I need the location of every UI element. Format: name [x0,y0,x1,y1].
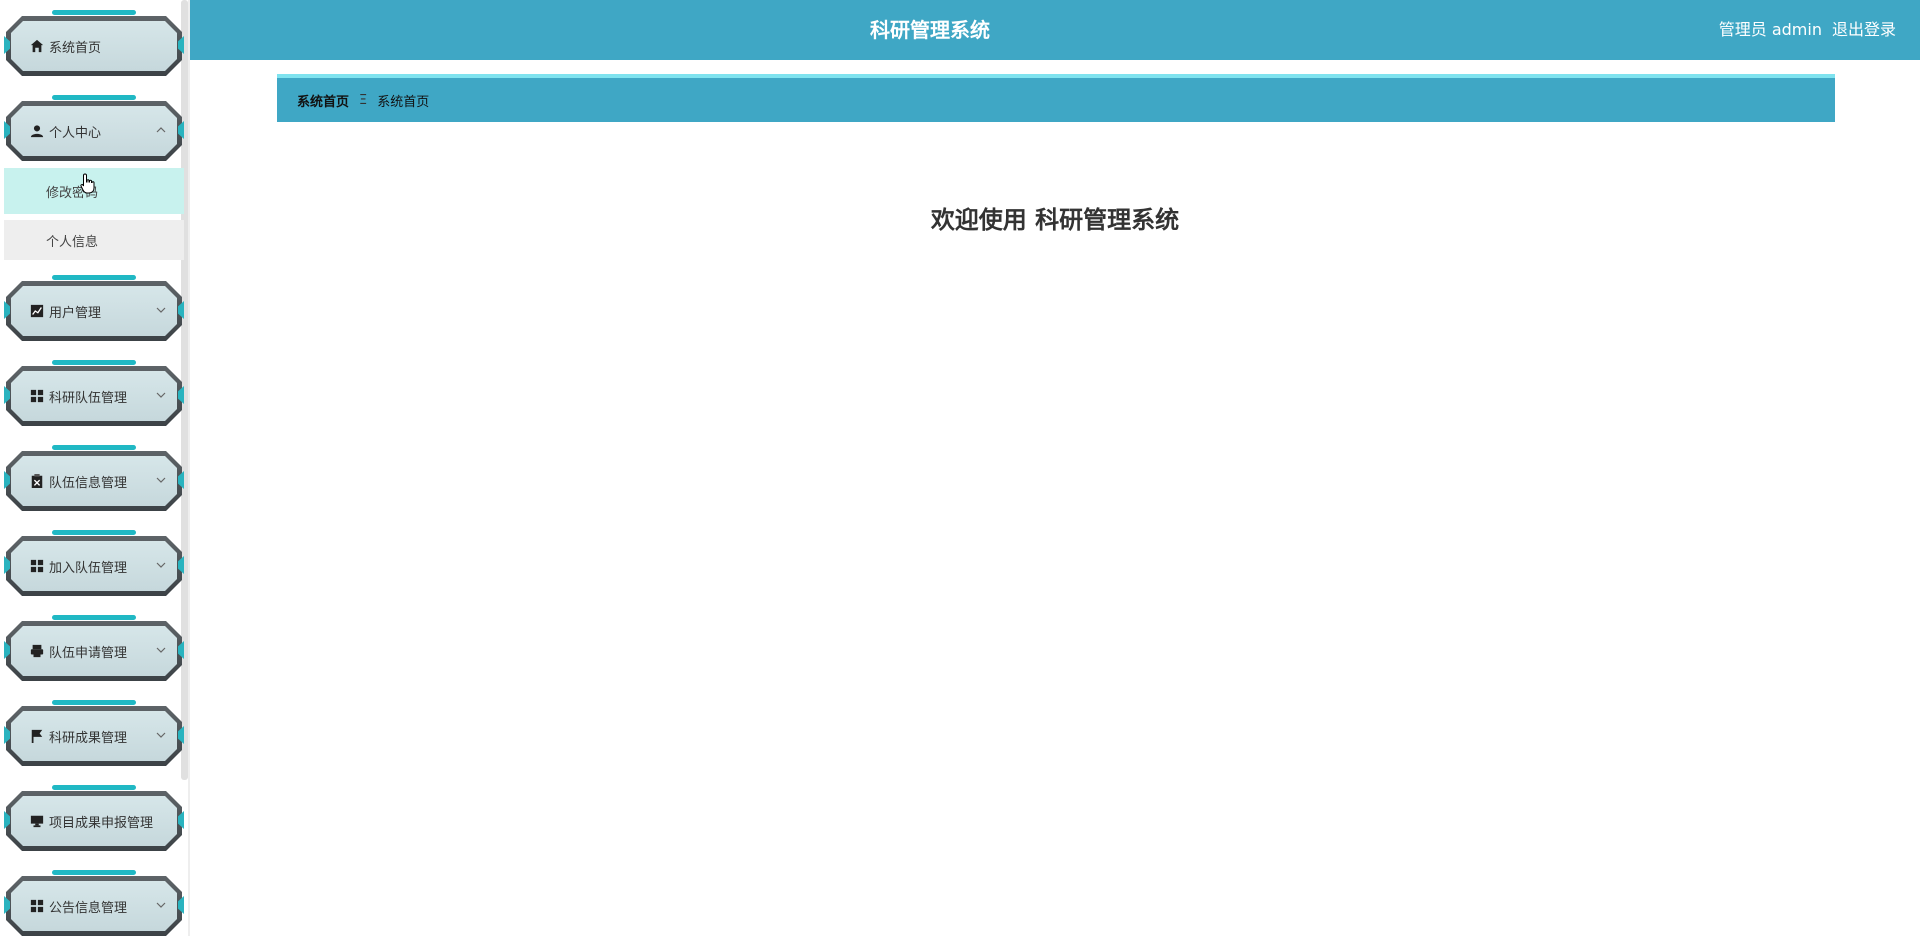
breadcrumb: 系统首页 Ξ 系统首页 [277,74,1835,122]
printer-icon [30,644,44,658]
breadcrumb-separator: Ξ [359,92,368,108]
breadcrumb-home[interactable]: 系统首页 [297,91,349,110]
top-header: 科研管理系统 管理员 admin 退出登录 [190,0,1920,60]
sidebar-item-label: 项目成果申报管理 [49,815,154,831]
monitor-icon [30,814,44,828]
sidebar-item-label: 用户管理 [49,305,102,321]
flag-icon [30,729,44,743]
sidebar-item-research-team[interactable]: 科研队伍管理 [4,360,184,430]
sidebar-item-team-info[interactable]: 队伍信息管理 [4,445,184,515]
chevron-down-icon [156,728,166,738]
grid-icon [30,389,44,403]
sidebar-item-label: 公告信息管理 [49,900,128,916]
chevron-up-icon [156,123,166,133]
chevron-down-icon [156,303,166,313]
sidebar-item-label: 加入队伍管理 [49,560,128,576]
sidebar: 系统首页 个人中心 修改密码 个人信息 用户管理 科研队伍管理 队伍信息管理 加… [0,0,190,936]
sidebar-border [188,0,190,936]
chevron-down-icon [156,388,166,398]
sidebar-item-label: 科研队伍管理 [49,390,128,406]
user-label: 管理员 admin [1718,20,1822,39]
sidebar-item-user-management[interactable]: 用户管理 [4,275,184,345]
sidebar-item-notice[interactable]: 公告信息管理 [4,870,184,936]
sidebar-item-project-declaration[interactable]: 项目成果申报管理 [4,785,184,855]
sidebar-item-label: 系统首页 [49,40,102,56]
home-icon [30,39,44,53]
chart-icon [30,304,44,318]
chevron-down-icon [156,473,166,483]
clipboard-icon [30,474,44,488]
header-user-area: 管理员 admin 退出登录 [1719,0,1896,60]
welcome-heading: 欢迎使用 科研管理系统 [930,206,1180,234]
sidebar-item-personal-center[interactable]: 个人中心 [4,95,184,165]
sidebar-item-team-application[interactable]: 队伍申请管理 [4,615,184,685]
sidebar-item-label: 队伍申请管理 [49,645,128,661]
sidebar-item-label: 个人中心 [49,125,102,141]
logout-button[interactable]: 退出登录 [1832,0,1896,60]
chevron-down-icon [156,558,166,568]
sidebar-item-home[interactable]: 系统首页 [4,10,184,80]
chevron-down-icon [156,898,166,908]
hand-cursor-icon [80,173,95,194]
sidebar-item-join-team[interactable]: 加入队伍管理 [4,530,184,600]
app-title: 科研管理系统 [870,18,990,42]
sidebar-item-research-results[interactable]: 科研成果管理 [4,700,184,770]
sidebar-item-label: 队伍信息管理 [49,475,128,491]
grid-icon [30,559,44,573]
sidebar-subitem-personal-info[interactable]: 个人信息 [4,220,184,260]
sidebar-item-label: 科研成果管理 [49,730,128,746]
user-icon [30,124,44,138]
chevron-down-icon [156,643,166,653]
breadcrumb-current: 系统首页 [377,94,430,110]
grid-icon [30,899,44,913]
